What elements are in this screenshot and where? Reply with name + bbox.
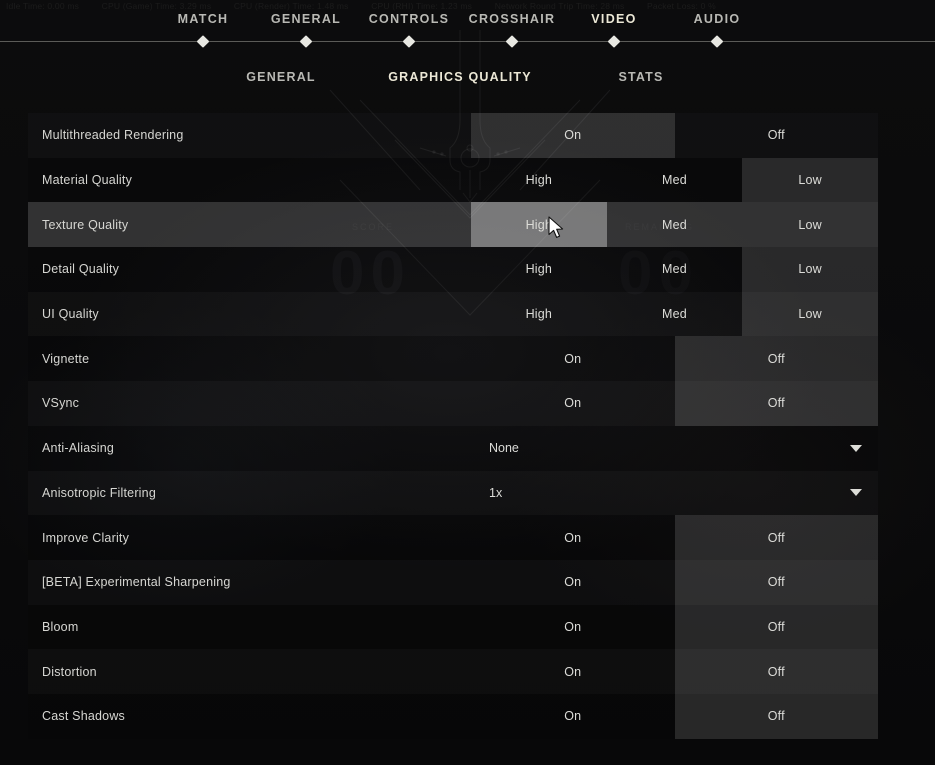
setting-option-detail-quality-high[interactable]: High [471,247,607,292]
setting-label-improve-clarity: Improve Clarity [42,530,130,545]
setting-option-texture-quality-med[interactable]: Med [607,202,743,247]
setting-option-texture-quality-high[interactable]: High [471,202,607,248]
setting-option-ui-quality-med[interactable]: Med [607,292,743,337]
setting-option-texture-quality-low[interactable]: Low [742,202,878,247]
setting-control-anti-aliasing: None [471,426,878,471]
setting-control-multithreaded-rendering: On Off [471,113,878,158]
debug-idle-time: Idle Time: 0.00 ms [6,1,80,11]
sub-tab-graphics-quality[interactable]: GRAPHICS QUALITY [388,70,532,84]
settings-list: Multithreaded Rendering On Off Material Qua… [28,113,878,739]
setting-option-beta-experimental-sharpening-off[interactable]: Off [674,559,878,605]
setting-row-multithreaded-rendering[interactable]: Multithreaded Rendering On Off [28,113,878,158]
setting-row-anti-aliasing[interactable]: Anti-Aliasing None [28,425,878,471]
debug-cpu-game-time: CPU (Game) Time: 3.29 ms [101,1,212,11]
setting-label-vsync: VSync [42,396,80,411]
setting-row-ui-quality[interactable]: UI Quality High Med Low [28,291,878,337]
setting-label-beta-experimental-sharpening: [BETA] Experimental Sharpening [42,575,231,590]
setting-option-ui-quality-low[interactable]: Low [742,291,878,337]
setting-row-cast-shadows[interactable]: Cast Shadows On Off [28,693,878,739]
nav-tab-video[interactable]: VIDEO [591,12,636,26]
setting-option-bloom-off[interactable]: Off [674,604,878,650]
setting-option-material-quality-med[interactable]: Med [607,158,743,203]
nav-tab-match[interactable]: MATCH [178,12,229,26]
setting-control-cast-shadows: On Off [471,693,878,739]
setting-row-distortion[interactable]: Distortion On Off [28,649,878,694]
setting-label-distortion: Distortion [42,664,97,679]
setting-option-cast-shadows-off[interactable]: Off [674,693,878,739]
setting-option-improve-clarity-on[interactable]: On [471,515,675,560]
setting-label-bloom: Bloom [42,619,79,634]
setting-control-vsync: On Off [471,381,878,426]
nav-tab-audio[interactable]: AUDIO [694,12,741,26]
setting-row-detail-quality[interactable]: Detail Quality High Med Low [28,247,878,292]
setting-option-vignette-off[interactable]: Off [674,336,878,382]
setting-option-bloom-on[interactable]: On [471,605,675,650]
setting-option-vignette-on[interactable]: On [471,336,675,381]
setting-label-texture-quality: Texture Quality [42,217,129,232]
chevron-down-icon[interactable] [850,444,862,452]
setting-dropdown-value-anisotropic-filtering: 1x [489,485,503,500]
performance-debug-overlay: Idle Time: 0.00 ms CPU (Game) Time: 3.29… [6,1,931,12]
settings-screen: SCORE 00 REMAINING 00 Idle T [0,0,935,765]
setting-option-distortion-off[interactable]: Off [674,649,878,694]
setting-control-detail-quality: High Med Low [471,247,878,292]
setting-dropdown-anti-aliasing[interactable]: None [471,426,878,471]
setting-label-material-quality: Material Quality [42,173,133,188]
setting-label-ui-quality: UI Quality [42,307,99,322]
navigation-divider [0,41,935,42]
main-navigation-tabs: MATCH GENERAL CONTROLS CROSSHAIR VIDEO AUDIO [0,12,935,32]
setting-control-bloom: On Off [471,604,878,650]
setting-option-vsync-on[interactable]: On [471,381,675,426]
setting-option-ui-quality-high[interactable]: High [471,292,607,337]
setting-control-material-quality: High Med Low [471,157,878,203]
debug-packet-loss: Packet Loss: 0 % [647,1,716,11]
debug-cpu-render-time: CPU (Render) Time: 1.48 ms [233,1,349,11]
setting-row-material-quality[interactable]: Material Quality High Med Low [28,157,878,203]
setting-label-vignette: Vignette [42,351,90,366]
setting-option-vsync-off[interactable]: Off [674,381,878,426]
setting-control-beta-experimental-sharpening: On Off [471,559,878,605]
setting-control-anisotropic-filtering: 1x [471,471,878,516]
setting-option-beta-experimental-sharpening-on[interactable]: On [471,560,675,605]
setting-label-anisotropic-filtering: Anisotropic Filtering [42,485,156,500]
setting-option-material-quality-low[interactable]: Low [742,157,878,203]
setting-row-texture-quality[interactable]: Texture Quality High Med Low [28,202,878,248]
setting-option-multithreaded-rendering-on[interactable]: On [471,113,675,158]
setting-dropdown-anisotropic-filtering[interactable]: 1x [471,471,878,516]
setting-row-vignette[interactable]: Vignette On Off [28,336,878,382]
setting-label-anti-aliasing: Anti-Aliasing [42,441,115,456]
nav-tab-controls[interactable]: CONTROLS [369,12,450,26]
setting-label-cast-shadows: Cast Shadows [42,709,125,724]
setting-control-ui-quality: High Med Low [471,291,878,337]
setting-control-improve-clarity: On Off [471,515,878,560]
setting-option-multithreaded-rendering-off[interactable]: Off [675,113,879,158]
chevron-down-icon[interactable] [850,489,862,497]
setting-dropdown-value-anti-aliasing: None [489,441,519,456]
debug-network-rtt: Network Round Trip Time: 28 ms [494,1,625,11]
setting-option-material-quality-high[interactable]: High [471,158,607,203]
setting-option-improve-clarity-off[interactable]: Off [674,515,878,560]
setting-control-distortion: On Off [471,649,878,694]
setting-option-distortion-on[interactable]: On [471,649,675,694]
setting-option-detail-quality-low[interactable]: Low [742,247,878,292]
debug-cpu-rhi-time: CPU (RHI) Time: 1.23 ms [371,1,473,11]
setting-row-improve-clarity[interactable]: Improve Clarity On Off [28,515,878,560]
setting-label-multithreaded-rendering: Multithreaded Rendering [42,128,184,143]
setting-control-texture-quality: High Med Low [471,202,878,248]
nav-tab-crosshair[interactable]: CROSSHAIR [469,12,556,26]
sub-tab-stats[interactable]: STATS [618,70,663,84]
setting-row-beta-experimental-sharpening[interactable]: [BETA] Experimental Sharpening On Off [28,559,878,605]
setting-label-detail-quality: Detail Quality [42,262,120,277]
setting-row-vsync[interactable]: VSync On Off [28,381,878,426]
setting-row-anisotropic-filtering[interactable]: Anisotropic Filtering 1x [28,471,878,516]
setting-row-bloom[interactable]: Bloom On Off [28,604,878,650]
sub-navigation-tabs: GENERAL GRAPHICS QUALITY STATS [0,70,935,90]
setting-control-vignette: On Off [471,336,878,382]
nav-tab-general[interactable]: GENERAL [271,12,341,26]
setting-option-cast-shadows-on[interactable]: On [471,694,675,739]
setting-option-detail-quality-med[interactable]: Med [607,247,743,292]
sub-tab-general[interactable]: GENERAL [246,70,316,84]
